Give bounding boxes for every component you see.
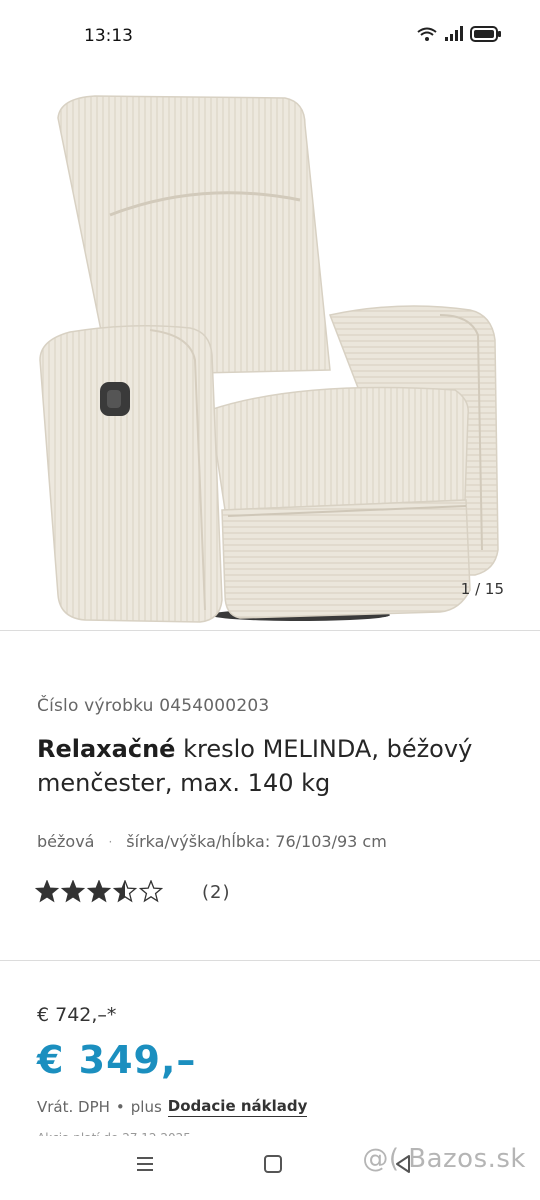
product-image-gallery[interactable]: 1 / 15 xyxy=(0,70,540,630)
product-attributes: béžová · šírka/výška/hĺbka: 76/103/93 cm xyxy=(37,832,387,851)
wifi-icon xyxy=(417,27,437,41)
image-counter: 1 / 15 xyxy=(460,580,504,598)
watermark: @( Bazos.sk xyxy=(362,1144,526,1174)
product-code: Číslo výrobku 0454000203 xyxy=(37,696,270,716)
menu-icon[interactable] xyxy=(135,1154,155,1174)
old-price: € 742,–* xyxy=(37,1004,117,1026)
home-icon[interactable] xyxy=(263,1154,283,1174)
bullet-separator: • xyxy=(115,1098,125,1116)
rating-stars xyxy=(35,880,164,903)
review-count[interactable]: (2) xyxy=(202,882,231,903)
signal-icon xyxy=(445,26,463,41)
rating[interactable]: (2) xyxy=(35,880,231,904)
product-color: béžová xyxy=(37,832,95,851)
divider xyxy=(0,630,540,631)
product-title-bold: Relaxačné xyxy=(37,735,176,763)
vat-info: Vrát. DPH • plus Dodacie náklady xyxy=(37,1097,308,1117)
status-bar: 13:13 xyxy=(0,0,540,70)
product-image xyxy=(39,95,499,623)
rating-star xyxy=(60,880,86,903)
rating-star xyxy=(35,880,60,903)
product-title: Relaxačné kreslo MELINDA, béžový menčest… xyxy=(37,732,507,800)
battery-icon xyxy=(470,26,501,42)
status-time: 13:13 xyxy=(84,26,133,46)
rating-star xyxy=(86,880,112,903)
status-icons xyxy=(416,26,502,42)
attribute-separator: · xyxy=(108,834,113,849)
rating-star xyxy=(112,880,138,903)
rating-star xyxy=(138,880,164,903)
shipping-costs-link[interactable]: Dodacie náklady xyxy=(167,1097,308,1117)
new-price: € 349,– xyxy=(37,1038,197,1082)
divider xyxy=(0,960,540,961)
vat-text: Vrát. DPH xyxy=(37,1098,110,1116)
plus-text: plus xyxy=(130,1098,162,1116)
system-nav-bar: @( Bazos.sk xyxy=(0,1136,540,1200)
product-dimensions: šírka/výška/hĺbka: 76/103/93 cm xyxy=(126,832,387,851)
